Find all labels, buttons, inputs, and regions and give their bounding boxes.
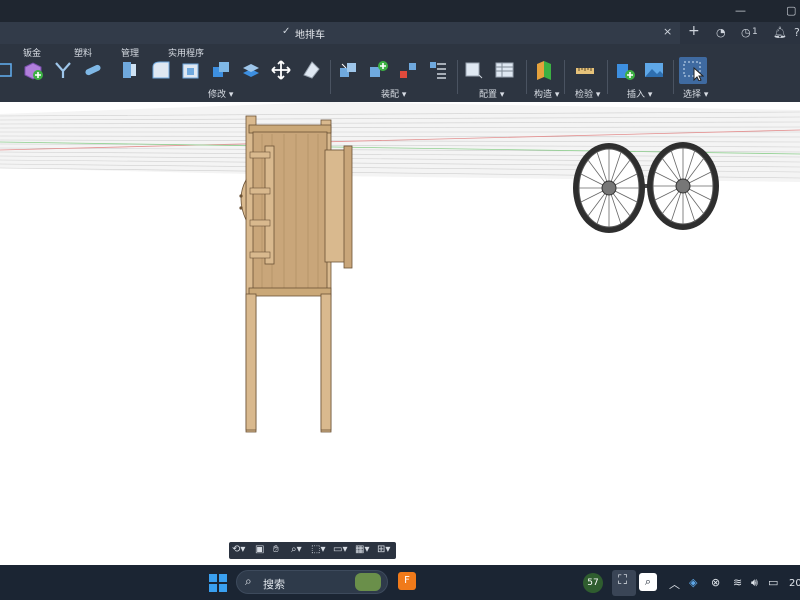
online-status-icon[interactable]: ◔: [716, 26, 726, 39]
windows-start-icon[interactable]: [209, 574, 227, 592]
configure-icon[interactable]: [463, 59, 485, 81]
joint-origin-icon[interactable]: [427, 59, 449, 81]
wheel-left: [573, 143, 645, 233]
group-label-select[interactable]: 选择 ▾: [683, 87, 708, 100]
ribbon-separator: [607, 60, 608, 94]
offset-face-icon[interactable]: [240, 59, 262, 81]
canvas-viewport[interactable]: [0, 102, 800, 565]
chevron-up-icon[interactable]: ︿: [669, 576, 680, 592]
combine-icon[interactable]: [210, 59, 232, 81]
app-search-icon[interactable]: ⌕: [639, 573, 657, 591]
plane-icon[interactable]: [533, 59, 555, 81]
minimize-button[interactable]: —: [735, 4, 746, 17]
ribbon-tab-manage[interactable]: 管理: [121, 46, 139, 59]
pipe-icon[interactable]: [82, 59, 104, 81]
group-label-inspect[interactable]: 检验 ▾: [575, 87, 600, 100]
wheel-right: [647, 142, 719, 230]
document-tab[interactable]: ✓ 地排车 ×: [0, 22, 680, 44]
group-label-assembly[interactable]: 装配 ▾: [381, 87, 406, 100]
bell-icon[interactable]: 🔔︎: [773, 26, 787, 39]
ribbon-separator: [330, 60, 331, 94]
press-pull-icon[interactable]: [119, 59, 141, 81]
job-count: 1: [752, 27, 758, 37]
fillet-icon[interactable]: [150, 59, 172, 81]
search-icon: ⌕: [245, 574, 252, 588]
battery-icon[interactable]: ▭: [768, 576, 778, 589]
ribbon-toolbar: 钣金 塑料 管理 实用程序 修改 ▾ 装配 ▾ 配置 ▾ 构造 ▾ 检验 ▾ 插…: [0, 44, 800, 102]
configuration-table-icon[interactable]: [494, 59, 516, 81]
maximize-button[interactable]: ▢: [786, 4, 796, 17]
ribbon-separator: [526, 60, 527, 94]
display-settings-icon[interactable]: ▭▾: [333, 544, 347, 555]
orbit-icon[interactable]: ⟲▾: [232, 544, 245, 555]
fusion-app-icon[interactable]: F: [398, 572, 416, 590]
joint-icon[interactable]: [367, 59, 389, 81]
measure-icon[interactable]: [574, 59, 596, 81]
close-tab-button[interactable]: ×: [663, 25, 672, 38]
as-built-joint-icon[interactable]: [397, 59, 419, 81]
group-label-config[interactable]: 配置 ▾: [479, 87, 504, 100]
zoom-icon[interactable]: ⌕▾: [291, 544, 302, 555]
help-icon[interactable]: ?: [794, 26, 800, 39]
grid-settings-icon[interactable]: ▦▾: [355, 544, 369, 555]
split-body-icon[interactable]: [300, 59, 322, 81]
select-icon[interactable]: [682, 59, 704, 81]
new-component-icon[interactable]: [337, 59, 359, 81]
insert-derive-icon[interactable]: [614, 59, 636, 81]
search-highlight-image: [355, 573, 381, 591]
extrude-icon[interactable]: [22, 59, 44, 81]
ribbon-separator: [457, 60, 458, 94]
look-at-icon[interactable]: ▣: [255, 544, 264, 555]
document-tab-bar: ✓ 地排车 × + ◔ ◷ 1 🔔︎ ?: [0, 22, 800, 44]
pan-icon[interactable]: ✋︎: [273, 544, 279, 555]
shield-icon[interactable]: ◈: [689, 576, 697, 589]
ribbon-separator: [673, 60, 674, 94]
ribbon-tab-utilities[interactable]: 实用程序: [168, 46, 204, 59]
wifi-icon[interactable]: ≋: [733, 576, 742, 589]
ribbon-tab-sheetmetal[interactable]: 钣金: [23, 46, 41, 59]
group-label-construct[interactable]: 构造 ▾: [534, 87, 559, 100]
check-icon: ✓: [282, 26, 291, 37]
group-label-modify[interactable]: 修改 ▾: [208, 87, 233, 100]
fit-icon[interactable]: ⬚▾: [311, 544, 325, 555]
insert-image-icon[interactable]: [643, 59, 665, 81]
viewports-icon[interactable]: ⊞▾: [377, 544, 390, 555]
move-icon[interactable]: [270, 59, 292, 81]
model-canvas: [0, 102, 800, 433]
job-status-icon[interactable]: ◷: [741, 26, 751, 39]
navigation-bar: ⟲▾ ▣ ✋︎ ⌕▾ ⬚▾ ▭▾ ▦▾ ⊞▾: [229, 542, 396, 559]
window-title-bar: — ▢: [0, 0, 800, 22]
volume-icon[interactable]: 🔊︎: [751, 576, 758, 590]
group-label-insert[interactable]: 插入 ▾: [627, 87, 652, 100]
search-placeholder: 搜索: [263, 578, 285, 591]
document-title: 地排车: [295, 30, 325, 41]
taskbar-search[interactable]: ⌕ 搜索: [236, 570, 388, 594]
weather-badge[interactable]: 57: [583, 573, 603, 593]
new-tab-button[interactable]: +: [688, 23, 700, 39]
loft-icon[interactable]: [52, 59, 74, 81]
sketch-rect-icon[interactable]: [0, 59, 16, 81]
crop-icon: ⛶: [618, 573, 628, 588]
ribbon-separator: [564, 60, 565, 94]
cart-frame[interactable]: [239, 115, 353, 433]
shell-icon[interactable]: [180, 59, 202, 81]
close-circle-icon[interactable]: ⊗: [711, 576, 720, 589]
clock-text[interactable]: 20: [789, 578, 800, 589]
ribbon-tab-plastic[interactable]: 塑料: [74, 46, 92, 59]
